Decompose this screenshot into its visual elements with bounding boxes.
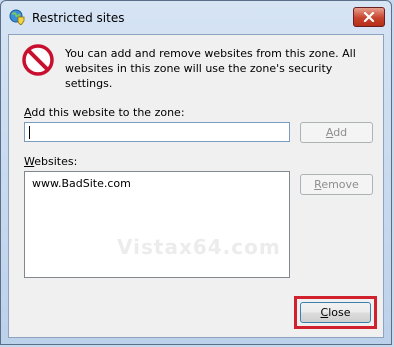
list-item[interactable]: www.BadSite.com [32, 177, 131, 190]
websites-label: Websites: [24, 155, 78, 168]
restricted-sites-dialog: Restricted sites You can add and remove … [0, 0, 392, 345]
window-title: Restricted sites [32, 11, 125, 25]
remove-button[interactable]: Remove [300, 174, 373, 195]
add-button[interactable]: Add [300, 122, 373, 143]
website-input[interactable] [24, 122, 290, 142]
websites-list[interactable]: www.BadSite.com [24, 171, 290, 278]
close-button[interactable]: Close [300, 302, 371, 323]
watermark: Vistax64.com [117, 235, 281, 259]
no-entry-icon [22, 44, 54, 76]
window-close-button[interactable] [353, 7, 385, 27]
close-x-icon [363, 12, 375, 22]
text-caret [29, 126, 30, 139]
dialog-body: You can add and remove websites from thi… [8, 34, 384, 338]
title-bar: Restricted sites [1, 1, 391, 35]
globe-shield-icon [9, 9, 25, 25]
info-message: You can add and remove websites from thi… [65, 47, 356, 90]
add-website-label: Add this website to the zone: [24, 106, 185, 119]
